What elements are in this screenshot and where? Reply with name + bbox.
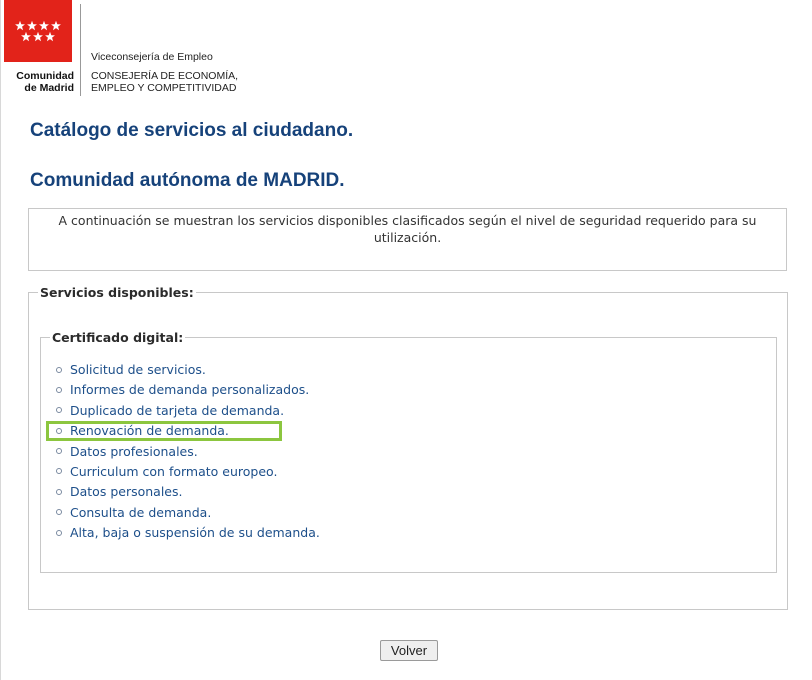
logo-text-line1: Comunidad bbox=[16, 70, 74, 82]
region-title: Comunidad autónoma de MADRID. bbox=[30, 170, 345, 191]
service-item: Datos personales. bbox=[56, 482, 320, 502]
catalog-title: Catálogo de servicios al ciudadano. bbox=[30, 120, 354, 141]
bullet-icon bbox=[56, 386, 62, 393]
department-line2: EMPLEO Y COMPETITIVIDAD bbox=[91, 82, 237, 94]
logo-text-line2: de Madrid bbox=[24, 82, 74, 94]
star-icon bbox=[15, 20, 25, 31]
department-line1: CONSEJERÍA DE ECONOMÍA, bbox=[91, 70, 239, 82]
page-header: Comunidad de Madrid Viceconsejería de Em… bbox=[0, 0, 812, 100]
header-divider bbox=[80, 4, 81, 96]
services-legend: Servicios disponibles: bbox=[38, 285, 196, 300]
service-item: Informes de demanda personalizados. bbox=[56, 380, 320, 400]
bullet-icon bbox=[56, 509, 62, 516]
info-box: A continuación se muestran los servicios… bbox=[28, 208, 787, 271]
service-item: Datos profesionales. bbox=[56, 442, 320, 462]
logo-text: Comunidad de Madrid bbox=[4, 70, 74, 94]
service-item: Curriculum con formato europeo. bbox=[56, 462, 320, 482]
service-link[interactable]: Informes de demanda personalizados. bbox=[70, 382, 309, 397]
star-icon bbox=[45, 31, 55, 42]
service-link[interactable]: Datos profesionales. bbox=[70, 444, 198, 459]
star-icon bbox=[33, 31, 43, 42]
service-item: Duplicado de tarjeta de demanda. bbox=[56, 401, 320, 421]
page-border bbox=[0, 0, 1, 680]
stars-icon bbox=[15, 20, 61, 42]
star-icon bbox=[27, 20, 37, 31]
service-link[interactable]: Renovación de demanda. bbox=[70, 423, 229, 438]
bullet-icon bbox=[56, 427, 62, 434]
star-icon bbox=[21, 31, 31, 42]
service-item: Alta, baja o suspensión de su demanda. bbox=[56, 523, 320, 543]
bullet-icon bbox=[56, 468, 62, 475]
bullet-icon bbox=[56, 448, 62, 455]
certificate-legend: Certificado digital: bbox=[50, 330, 186, 345]
service-link[interactable]: Datos personales. bbox=[70, 484, 182, 499]
service-item: Consulta de demanda. bbox=[56, 503, 320, 523]
star-icon bbox=[51, 20, 61, 31]
department-subtitle: Viceconsejería de Empleo bbox=[91, 51, 213, 63]
service-item: Solicitud de servicios. bbox=[56, 360, 320, 380]
service-link[interactable]: Alta, baja o suspensión de su demanda. bbox=[70, 525, 320, 540]
bullet-icon bbox=[56, 529, 62, 536]
department-info: Viceconsejería de Empleo CONSEJERÍA DE E… bbox=[91, 51, 238, 94]
service-link[interactable]: Curriculum con formato europeo. bbox=[70, 464, 277, 479]
service-item: Renovación de demanda. bbox=[56, 421, 320, 441]
bullet-icon bbox=[56, 407, 62, 414]
service-link[interactable]: Duplicado de tarjeta de demanda. bbox=[70, 403, 284, 418]
service-list: Solicitud de servicios. Informes de deman… bbox=[56, 360, 320, 544]
madrid-flag bbox=[4, 0, 72, 62]
bullet-icon bbox=[56, 488, 62, 495]
service-link[interactable]: Consulta de demanda. bbox=[70, 505, 211, 520]
service-link[interactable]: Solicitud de servicios. bbox=[70, 362, 206, 377]
info-text: A continuación se muestran los servicios… bbox=[58, 213, 757, 245]
bullet-icon bbox=[56, 366, 62, 373]
comunidad-madrid-logo: Comunidad de Madrid bbox=[4, 0, 74, 98]
star-icon bbox=[39, 20, 49, 31]
back-button[interactable]: Volver bbox=[380, 640, 438, 661]
